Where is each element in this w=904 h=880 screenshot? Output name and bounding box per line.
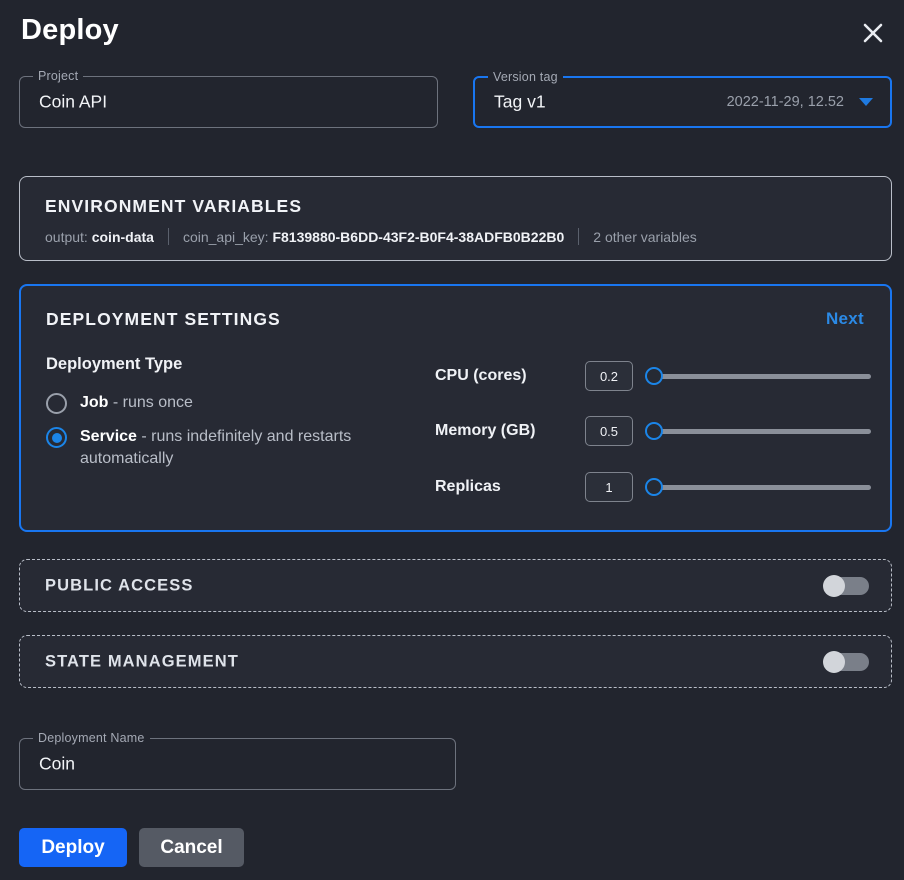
env-var-key-1: coin_api_key: (182, 228, 269, 245)
slider-track-replicas (652, 484, 871, 490)
deployment-name-value: Coin (39, 753, 75, 774)
close-icon[interactable] (858, 18, 888, 48)
environment-variables-summary: output: coin-data coin_api_key: F8139880… (45, 228, 697, 245)
slider-label-memory: Memory (GB) (435, 422, 536, 439)
slider-label-cpu: CPU (cores) (435, 367, 527, 384)
divider (167, 228, 169, 245)
public-access-section: PUBLIC ACCESS (19, 559, 892, 612)
radio-icon-job[interactable] (46, 393, 67, 414)
env-var-value-0: coin-data (91, 228, 154, 245)
slider-value-memory[interactable]: 0.5 (585, 416, 633, 446)
slider-replicas[interactable] (645, 477, 871, 497)
state-management-section: STATE MANAGEMENT (19, 635, 892, 688)
project-field-value: Coin API (39, 91, 108, 112)
slider-thumb-cpu[interactable] (645, 367, 663, 385)
dialog-header: Deploy (0, 0, 904, 62)
radio-icon-service[interactable] (46, 427, 67, 448)
slider-value-replicas[interactable]: 1 (585, 472, 633, 502)
page-title: Deploy (21, 14, 119, 46)
slider-row-cpu: CPU (cores) 0.2 (435, 361, 871, 391)
project-field[interactable]: Project Coin API (19, 69, 438, 128)
project-field-label: Project (33, 69, 84, 83)
slider-thumb-memory[interactable] (645, 422, 663, 440)
env-var-value-1: F8139880-B6DD-43F2-B0F4-38ADFB0B22B0 (272, 228, 565, 245)
radio-option-job[interactable]: Job - runs once (46, 392, 193, 414)
deployment-name-input[interactable]: Deployment Name Coin (19, 731, 456, 790)
environment-variables-panel: ENVIRONMENT VARIABLES output: coin-data … (19, 176, 892, 261)
radio-name-job: Job (80, 394, 109, 411)
radio-option-service[interactable]: Service - runs indefinitely and restarts… (46, 426, 410, 470)
toggle-knob (823, 650, 845, 673)
slider-track-cpu (652, 373, 871, 379)
deployment-name-label: Deployment Name (33, 731, 150, 745)
public-access-toggle[interactable] (823, 574, 869, 597)
slider-row-memory: Memory (GB) 0.5 (435, 416, 871, 446)
slider-value-cpu[interactable]: 0.2 (585, 361, 633, 391)
slider-thumb-replicas[interactable] (645, 478, 663, 496)
state-management-title: STATE MANAGEMENT (45, 652, 239, 670)
version-tag-label: Version tag (488, 70, 563, 84)
slider-row-replicas: Replicas 1 (435, 472, 871, 502)
slider-track-memory (652, 428, 871, 434)
slider-memory[interactable] (645, 421, 871, 441)
toggle-knob (823, 574, 845, 597)
environment-variables-title: ENVIRONMENT VARIABLES (45, 196, 303, 216)
version-tag-select[interactable]: Version tag Tag v1 2022-11-29, 12.52 (473, 70, 892, 128)
deploy-dialog: Deploy Project Coin API Version tag Tag … (0, 0, 904, 880)
deploy-button[interactable]: Deploy (19, 828, 127, 867)
radio-name-service: Service (80, 428, 137, 445)
deployment-settings-title: DEPLOYMENT SETTINGS (46, 309, 281, 329)
chevron-down-icon[interactable] (859, 98, 873, 106)
public-access-title: PUBLIC ACCESS (45, 576, 194, 594)
next-link[interactable]: Next (826, 309, 864, 329)
divider (578, 228, 580, 245)
version-tag-timestamp: 2022-11-29, 12.52 (726, 94, 844, 110)
radio-desc-job: - runs once (108, 394, 193, 411)
slider-label-replicas: Replicas (435, 478, 501, 495)
deployment-type-label: Deployment Type (46, 355, 183, 373)
state-management-toggle[interactable] (823, 650, 869, 673)
cancel-button[interactable]: Cancel (139, 828, 244, 867)
radio-label-service: Service - runs indefinitely and restarts… (80, 426, 410, 470)
env-var-key-0: output: (45, 228, 88, 245)
slider-cpu[interactable] (645, 366, 871, 386)
radio-label-job: Job - runs once (80, 392, 193, 414)
version-tag-value: Tag v1 (494, 91, 546, 112)
env-var-more: 2 other variables (593, 228, 697, 245)
